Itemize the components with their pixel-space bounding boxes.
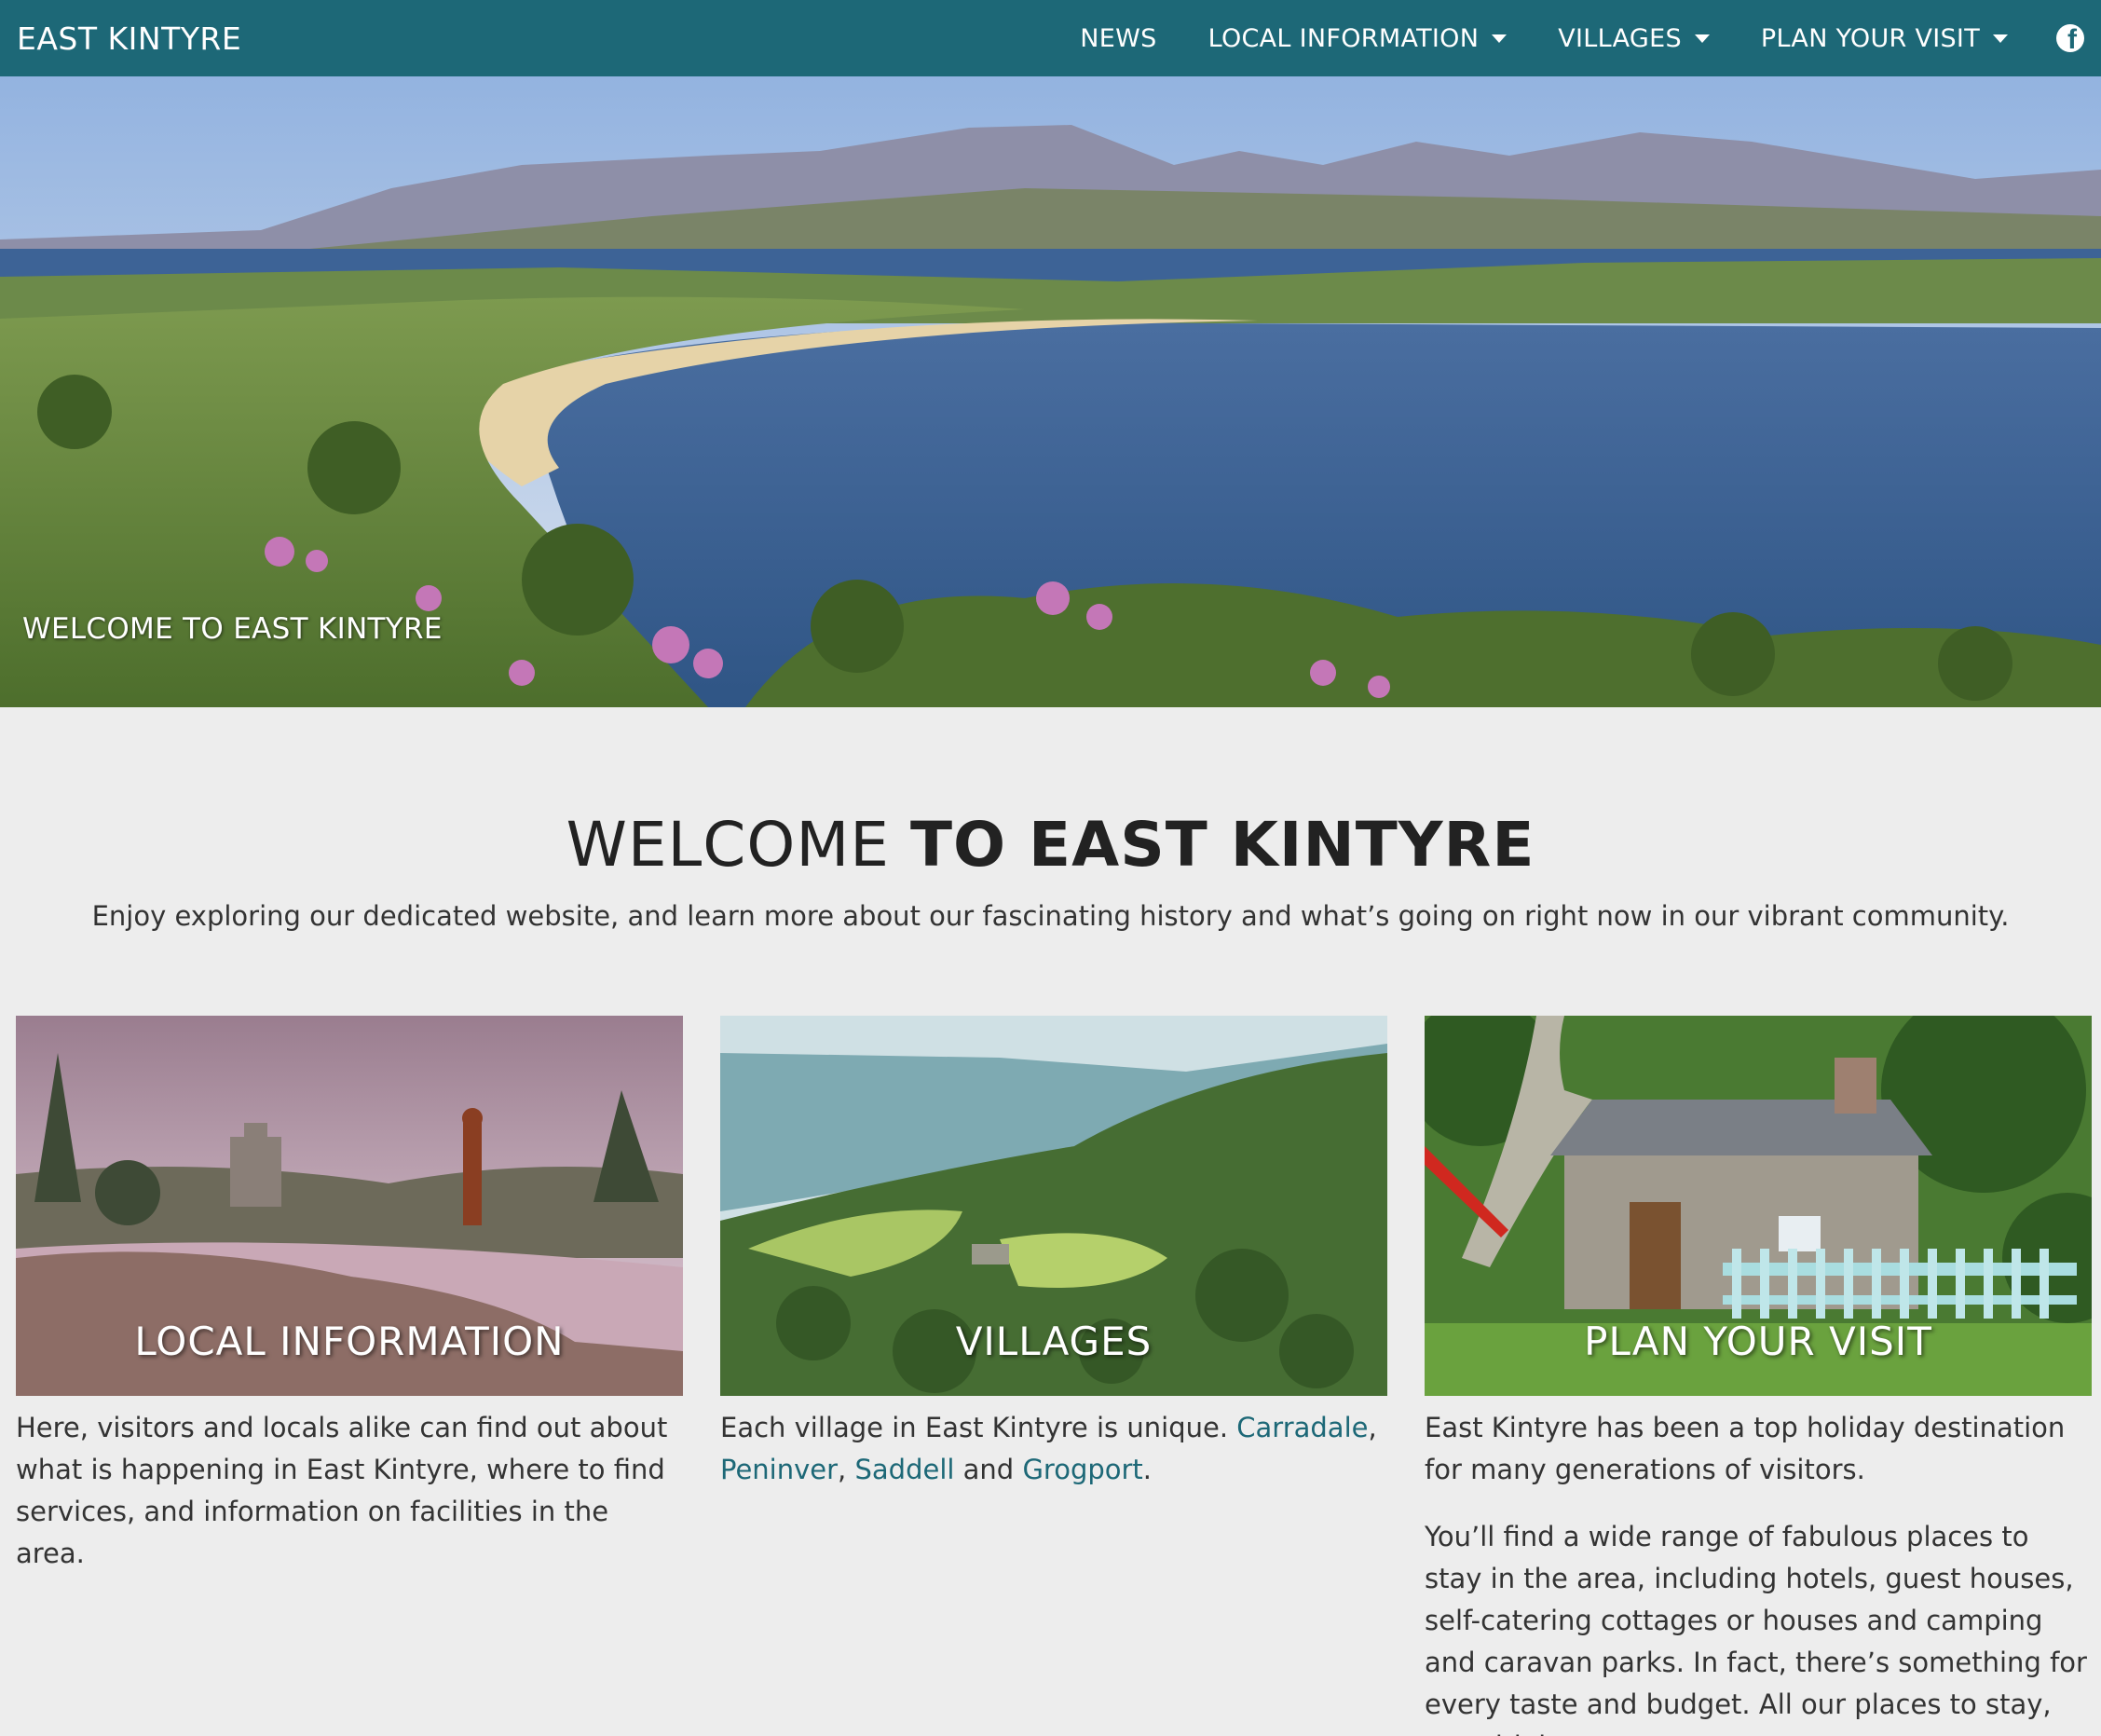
nav-item-news[interactable]: NEWS [1080,24,1156,53]
card-villages-text: Each village in East Kintyre is unique. … [720,1407,1387,1491]
page-subtitle: Enjoy exploring our dedicated website, a… [91,900,2010,932]
nav-item-plan-your-visit[interactable]: PLAN YOUR VISIT [1761,24,2008,53]
card-plan-your-visit-label: PLAN YOUR VISIT [1584,1319,1932,1364]
villages-separator: and [954,1454,1023,1485]
page-title: WELCOME TO EAST KINTYRE [0,809,2101,881]
card-plan-your-visit: PLAN YOUR VISIT East Kintyre has been a … [1425,1016,2092,1736]
village-link-peninver[interactable]: Peninver [720,1454,838,1485]
card-villages: VILLAGES Each village in East Kintyre is… [720,1016,1387,1491]
villages-separator: , [1368,1412,1377,1443]
card-plan-your-visit-text: East Kintyre has been a top holiday dest… [1425,1407,2092,1736]
hero-banner: WELCOME TO EAST KINTYRE [0,76,2101,707]
village-link-grogport[interactable]: Grogport [1022,1454,1142,1485]
card-local-information-text: Here, visitors and locals alike can find… [16,1407,683,1575]
nav-item-news-label: NEWS [1080,23,1157,53]
caret-down-icon [1694,34,1710,43]
card-villages-paragraph: Each village in East Kintyre is unique. … [720,1407,1387,1491]
card-local-information-label: LOCAL INFORMATION [134,1319,565,1364]
nav-item-local-information[interactable]: LOCAL INFORMATION [1208,24,1508,53]
card-plan-your-visit-paragraph-1: East Kintyre has been a top holiday dest… [1425,1412,2066,1485]
nav-item-plan-your-visit-label: PLAN YOUR VISIT [1760,23,1980,53]
village-link-saddell[interactable]: Saddell [854,1454,954,1485]
nav-item-local-information-label: LOCAL INFORMATION [1207,23,1480,53]
card-villages-label: VILLAGES [955,1319,1153,1364]
nav-item-villages-label: VILLAGES [1558,23,1682,53]
villages-intro-text: Each village in East Kintyre is unique. [720,1412,1237,1443]
villages-separator: , [838,1454,855,1485]
site-brand-link[interactable]: EAST KINTYRE [17,21,241,57]
card-local-information: LOCAL INFORMATION Here, visitors and loc… [16,1016,683,1575]
top-navbar: EAST KINTYRE NEWS LOCAL INFORMATION VILL… [0,0,2101,76]
villages-end-punctuation: . [1142,1454,1153,1485]
nav-links: NEWS LOCAL INFORMATION VILLAGES PLAN YOU… [1029,0,2084,76]
card-plan-your-visit-image-link[interactable]: PLAN YOUR VISIT [1425,1016,2092,1396]
card-local-information-paragraph: Here, visitors and locals alike can find… [16,1412,668,1569]
card-local-information-image-link[interactable]: LOCAL INFORMATION [16,1016,683,1396]
page-title-light: WELCOME [566,809,910,881]
facebook-icon[interactable]: f [2056,24,2084,52]
nav-item-villages[interactable]: VILLAGES [1558,24,1710,53]
caret-down-icon [1993,34,2008,43]
page-title-bold: TO EAST KINTYRE [909,809,1535,881]
village-link-carradale[interactable]: Carradale [1236,1412,1368,1443]
caret-down-icon [1492,34,1508,43]
card-plan-your-visit-paragraph-2: You’ll find a wide range of fabulous pla… [1425,1521,2087,1736]
card-villages-image-link[interactable]: VILLAGES [720,1016,1387,1396]
hero-caption: WELCOME TO EAST KINTYRE [22,612,443,646]
